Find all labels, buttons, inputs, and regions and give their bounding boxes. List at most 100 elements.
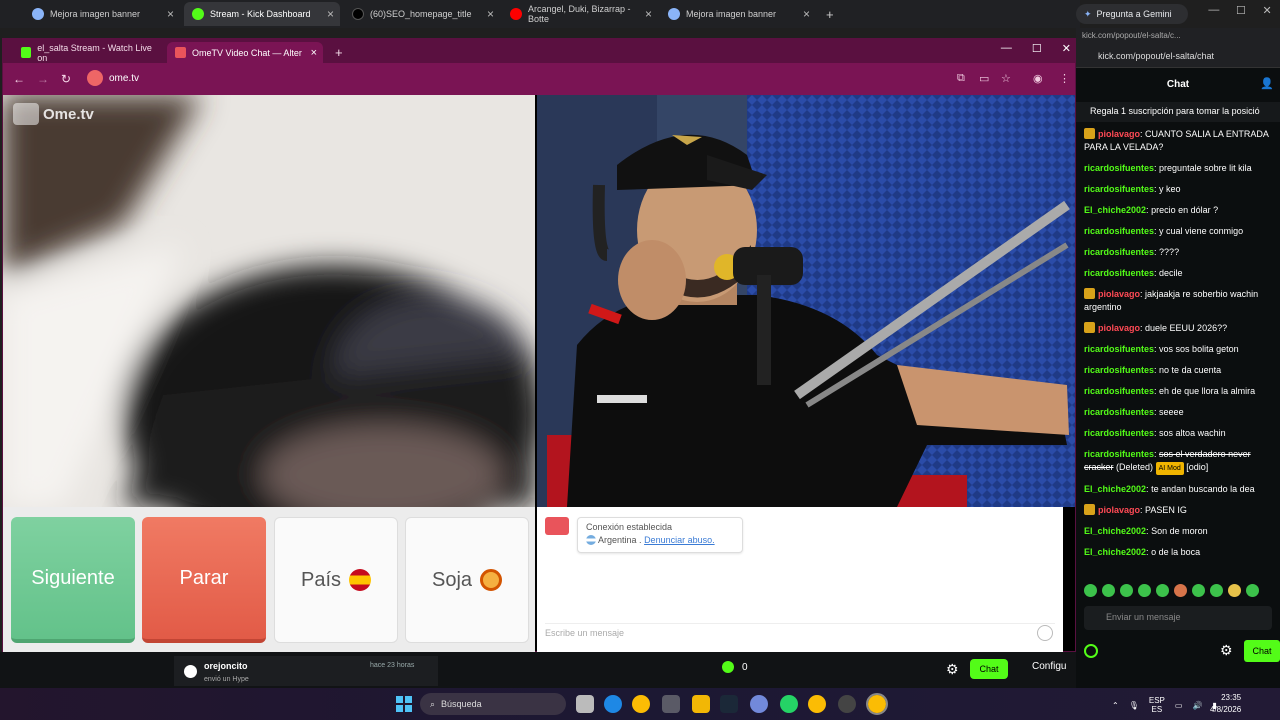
inner-tab-ometv[interactable]: OmeTV Video Chat — Alter × — [167, 42, 323, 63]
minimize-icon[interactable]: — — [1208, 4, 1219, 24]
emoji-icon[interactable] — [1037, 625, 1053, 641]
chat-username[interactable]: ricardosifuentes — [1084, 268, 1154, 278]
chat-username[interactable]: ricardosifuentes — [1084, 226, 1154, 236]
edge-icon[interactable] — [604, 695, 622, 713]
emote-icon[interactable] — [1228, 584, 1241, 597]
new-tab-button[interactable]: + — [327, 42, 351, 63]
gemini-button[interactable]: ✦ Pregunta a Gemini — [1076, 4, 1188, 24]
chat-username[interactable]: El_chiche2002 — [1084, 205, 1146, 215]
emote-icon[interactable] — [1174, 584, 1187, 597]
chat-username[interactable]: El_chiche2002 — [1084, 526, 1146, 536]
cast-icon[interactable]: ▭ — [979, 72, 989, 85]
chat-username[interactable]: El_chiche2002 — [1084, 547, 1146, 557]
chat-username[interactable]: piolavago — [1098, 129, 1140, 139]
chat-username[interactable]: ricardosifuentes — [1084, 428, 1154, 438]
emote-icon[interactable] — [1192, 584, 1205, 597]
close-icon[interactable]: × — [311, 47, 317, 59]
reload-icon[interactable]: ↻ — [61, 72, 71, 86]
back-icon[interactable]: ← — [13, 72, 25, 86]
store-icon[interactable] — [662, 695, 680, 713]
close-icon[interactable]: × — [487, 7, 494, 21]
emote-icon[interactable] — [1156, 584, 1169, 597]
close-window-icon[interactable]: ✕ — [1262, 4, 1271, 24]
close-window-icon[interactable]: ✕ — [1062, 42, 1071, 55]
language-indicator[interactable]: ESP ES — [1149, 696, 1165, 714]
settings-gear-icon[interactable]: ⚙ — [946, 661, 962, 677]
close-icon[interactable]: × — [167, 7, 174, 21]
chat-username[interactable]: ricardosifuentes — [1084, 163, 1154, 173]
chat-username[interactable]: piolavago — [1098, 289, 1140, 299]
chat-input[interactable]: Enviar un mensaje — [1084, 606, 1272, 630]
chat-username[interactable]: ricardosifuentes — [1084, 247, 1154, 257]
chat-username[interactable]: ricardosifuentes — [1084, 344, 1154, 354]
pinned-banner[interactable]: Regala 1 suscripción para tomar la posic… — [1076, 102, 1280, 122]
chat-username[interactable]: ricardosifuentes — [1084, 184, 1154, 194]
taskbar-search[interactable]: ⌕ Búsqueda — [420, 693, 566, 715]
chrome-profile-icon[interactable] — [808, 695, 826, 713]
volume-icon[interactable]: 🔊 — [1192, 701, 1202, 710]
emote-icon[interactable] — [1246, 584, 1259, 597]
network-icon[interactable]: ▭ — [1175, 701, 1183, 710]
outer-tab-5[interactable]: Mejora imagen banner × — [660, 2, 816, 26]
ometv-message-input[interactable]: Escribe un mensaje — [545, 623, 1055, 643]
outer-tab-4[interactable]: Arcangel, Duki, Bizarrap - Botte × — [502, 2, 658, 26]
close-icon[interactable]: × — [645, 7, 652, 21]
users-icon[interactable]: 👤 — [1260, 77, 1274, 91]
translate-icon[interactable]: ⧉ — [957, 72, 965, 85]
next-button[interactable]: Siguiente — [11, 517, 135, 643]
chrome-active-icon[interactable] — [866, 693, 888, 715]
mic-icon[interactable]: 🎙 — [1129, 701, 1139, 710]
menu-dots-icon[interactable]: ⋮ — [1059, 72, 1070, 85]
maximize-icon[interactable]: ☐ — [1236, 4, 1246, 24]
profile-icon[interactable]: ◉ — [1033, 72, 1043, 85]
folder-icon[interactable] — [692, 695, 710, 713]
chat-header: Chat — [1166, 79, 1190, 90]
report-abuse-link[interactable]: Denunciar abuso. — [644, 535, 715, 545]
close-icon[interactable]: × — [327, 7, 334, 21]
tray-chevron-icon[interactable]: ⌃ — [1112, 701, 1119, 710]
emote-icon[interactable] — [1102, 584, 1115, 597]
emote-icon[interactable] — [1084, 584, 1097, 597]
outer-tab-1[interactable]: Mejora imagen banner × — [24, 2, 180, 26]
inner-tab-kick[interactable]: el_salta Stream - Watch Live on — [13, 42, 163, 63]
chat-text: te andan buscando la dea — [1151, 484, 1255, 494]
emote-icon[interactable] — [1120, 584, 1133, 597]
chat-username[interactable]: ricardosifuentes — [1084, 407, 1154, 417]
chat-settings-gear-icon[interactable]: ⚙ — [1220, 642, 1233, 659]
country-button[interactable]: País — [274, 517, 398, 643]
maximize-icon[interactable]: ☐ — [1032, 42, 1042, 55]
chrome-icon[interactable] — [632, 695, 650, 713]
chat-username[interactable]: El_chiche2002 — [1084, 484, 1146, 494]
chat-username[interactable]: ricardosifuentes — [1084, 365, 1154, 375]
steam-icon[interactable] — [720, 695, 738, 713]
tab-favicon-icon — [668, 8, 680, 20]
bookmark-star-icon[interactable]: ☆ — [1001, 72, 1011, 85]
chat-username[interactable]: piolavago — [1098, 323, 1140, 333]
obs-icon[interactable] — [838, 695, 856, 713]
url-field[interactable]: ome.tv — [87, 70, 139, 86]
emote-icon[interactable] — [1138, 584, 1151, 597]
chat-username[interactable]: ricardosifuentes — [1084, 449, 1154, 459]
discord-icon[interactable] — [750, 695, 768, 713]
gender-button[interactable]: Soja — [405, 517, 529, 643]
ometv-text-chat: Conexión establecida Argentina . Denunci… — [537, 507, 1063, 653]
outer-tab-2[interactable]: Stream - Kick Dashboard × — [184, 2, 340, 26]
close-icon[interactable] — [184, 665, 197, 678]
taskbar-clock[interactable]: 23:35 4/8/2026 — [1210, 692, 1241, 716]
whatsapp-icon[interactable] — [780, 695, 798, 713]
chat-username[interactable]: piolavago — [1098, 505, 1140, 515]
new-tab-button[interactable]: + — [818, 2, 842, 26]
emote-icon[interactable] — [1210, 584, 1223, 597]
file-explorer-icon[interactable] — [576, 695, 594, 713]
chat-username[interactable]: ricardosifuentes — [1084, 386, 1154, 396]
chat-button[interactable]: Chat — [970, 659, 1008, 679]
stop-button[interactable]: Parar — [142, 517, 266, 643]
popout-url[interactable]: kick.com/popout/el-salta/chat — [1076, 44, 1280, 68]
minimize-icon[interactable]: — — [1001, 42, 1012, 55]
send-chat-button[interactable]: Chat — [1244, 640, 1280, 662]
close-icon[interactable]: × — [803, 7, 810, 21]
outer-tab-3[interactable]: (60)SEO_homepage_title × — [344, 2, 500, 26]
windows-start-icon[interactable] — [396, 696, 412, 712]
config-link[interactable]: Configu — [1032, 661, 1066, 672]
forward-icon[interactable]: → — [37, 72, 49, 86]
